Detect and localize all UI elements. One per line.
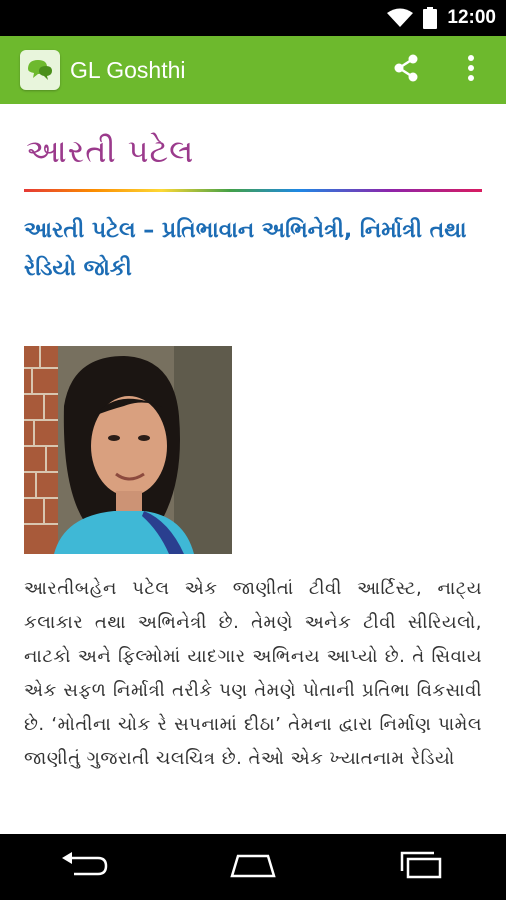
battery-icon [423, 7, 438, 29]
status-time: 12:00 [447, 7, 496, 28]
title-divider [24, 189, 482, 192]
overflow-menu-button[interactable] [436, 36, 506, 104]
share-icon [393, 54, 419, 86]
more-vert-icon [467, 54, 475, 86]
app-bar: GL Goshthi [0, 36, 506, 104]
recents-icon [398, 851, 446, 883]
status-bar: 12:00 [0, 0, 506, 36]
article-title: આરતી પટેલ [26, 132, 195, 170]
share-button[interactable] [376, 36, 436, 104]
navigation-bar [0, 834, 506, 900]
app-title: GL Goshthi [70, 56, 186, 83]
recents-button[interactable] [372, 834, 472, 900]
back-button[interactable] [34, 834, 134, 900]
app-logo-icon[interactable] [20, 50, 60, 90]
home-icon [226, 852, 280, 882]
article-body: આરતીબહેન પટેલ એક જાણીતાં ટીવી આર્ટિસ્ટ, … [24, 578, 482, 769]
article-content[interactable]: આરતી પટેલ આરતી પટેલ – પ્રતિભાવાન અભિનેત્… [0, 104, 506, 834]
article-subtitle: આરતી પટેલ – પ્રતિભાવાન અભિનેત્રી, નિર્મા… [24, 218, 467, 281]
profile-photo [24, 346, 232, 554]
back-icon [60, 852, 108, 882]
wifi-icon [387, 8, 414, 28]
home-button[interactable] [203, 834, 303, 900]
